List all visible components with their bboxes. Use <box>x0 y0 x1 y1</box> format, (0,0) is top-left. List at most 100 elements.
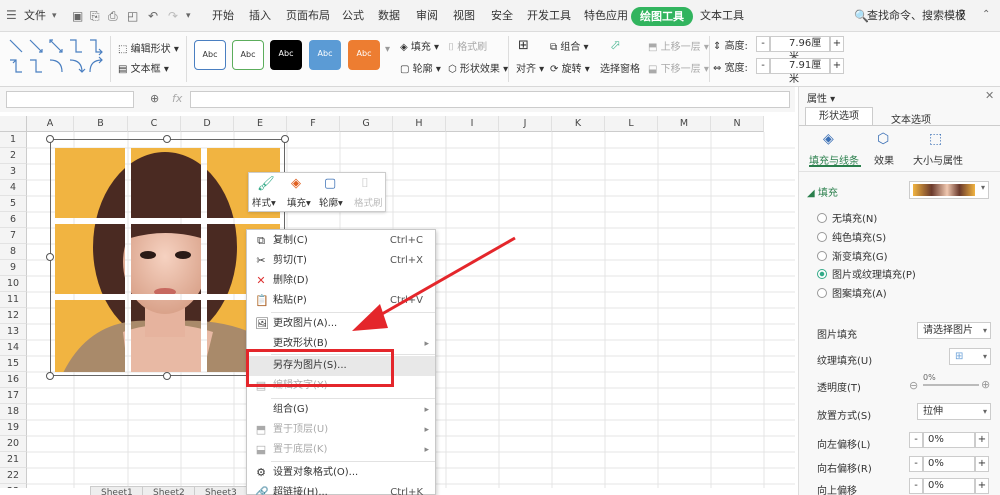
offset-right-input[interactable]: 0% <box>923 456 975 472</box>
row-header-15[interactable]: 15 <box>0 356 27 372</box>
resize-handle-tl[interactable] <box>46 135 54 143</box>
resize-handle-b[interactable] <box>163 372 171 380</box>
offset-left-decrease[interactable]: - <box>909 432 923 448</box>
row-header-12[interactable]: 12 <box>0 308 27 324</box>
transparency-slider[interactable] <box>923 384 979 386</box>
tab-text-tools[interactable]: 文本工具 <box>700 0 744 32</box>
tab-security[interactable]: 安全 <box>491 0 513 32</box>
row-header-14[interactable]: 14 <box>0 340 27 356</box>
radio-picture-texture-fill[interactable]: 图片或纹理填充(P) <box>817 266 916 281</box>
tab-shape-options[interactable]: 形状选项 <box>805 107 873 125</box>
row-header-23[interactable]: 23 <box>0 484 27 488</box>
row-header-19[interactable]: 19 <box>0 420 27 436</box>
offset-right-increase[interactable]: + <box>975 456 989 472</box>
save-icon[interactable]: ▣ <box>72 9 83 23</box>
file-menu[interactable]: 文件 <box>24 0 46 32</box>
sheet-tab-3[interactable]: Sheet3 <box>194 486 248 495</box>
row-header-16[interactable]: 16 <box>0 372 27 388</box>
tab-special-apps[interactable]: 特色应用 <box>584 0 628 32</box>
stretch-mode-select[interactable]: 拉伸 ▾ <box>917 403 991 420</box>
column-header-N[interactable]: N <box>711 116 764 132</box>
name-box[interactable] <box>6 91 134 108</box>
row-header-22[interactable]: 22 <box>0 468 27 484</box>
tab-data[interactable]: 数据 <box>378 0 400 32</box>
sheet-tab-1[interactable]: Sheet1 <box>90 486 144 495</box>
menu-hyperlink[interactable]: 🔗 超链接(H)... Ctrl+K <box>247 483 435 495</box>
fill-button[interactable]: ◈ 填充 ▾ <box>400 38 439 53</box>
zoom-icon[interactable]: ⊕ <box>150 92 159 105</box>
group-button[interactable]: ⧉ 组合 ▾ <box>550 38 589 53</box>
rotate-button[interactable]: ⟳ 旋转 ▾ <box>550 60 590 75</box>
redo-icon[interactable]: ↷ <box>168 9 178 23</box>
width-increase-button[interactable]: + <box>830 58 844 74</box>
format-brush-button[interactable]: 格式刷 <box>354 195 383 209</box>
shape-style-3[interactable]: Abc <box>270 40 302 70</box>
tab-page-layout[interactable]: 页面布局 <box>286 0 330 32</box>
height-input[interactable]: 7.96厘米 <box>770 36 830 63</box>
search-commands[interactable]: 查找命令、搜索模板 <box>867 0 966 32</box>
resize-handle-bl[interactable] <box>46 372 54 380</box>
menu-format-object[interactable]: ⚙ 设置对象格式(O)... <box>247 463 435 483</box>
formula-input[interactable] <box>190 91 790 108</box>
style-button[interactable]: 样式▾ <box>252 195 276 209</box>
hamburger-icon[interactable]: ☰ <box>6 8 17 22</box>
chevron-down-icon[interactable]: ▾ <box>186 11 191 21</box>
outline-button[interactable]: 轮廓▾ <box>319 195 343 209</box>
fill-preview-dropdown[interactable]: ▾ <box>909 181 989 199</box>
shape-style-5[interactable]: Abc <box>348 40 380 70</box>
tab-review[interactable]: 审阅 <box>416 0 438 32</box>
row-header-7[interactable]: 7 <box>0 228 27 244</box>
column-header-C[interactable]: C <box>128 116 181 132</box>
menu-send-to-back[interactable]: ⬓ 置于底层(K) ▸ <box>247 440 435 460</box>
width-input[interactable]: 7.91厘米 <box>770 58 830 85</box>
tab-formulas[interactable]: 公式 <box>342 0 364 32</box>
collapse-ribbon-icon[interactable]: ⌃ <box>982 9 990 20</box>
radio-gradient-fill[interactable]: 渐变填充(G) <box>817 248 888 263</box>
offset-up-increase[interactable]: + <box>975 478 989 494</box>
column-header-D[interactable]: D <box>181 116 234 132</box>
row-header-17[interactable]: 17 <box>0 388 27 404</box>
radio-pattern-fill[interactable]: 图案填充(A) <box>817 285 887 300</box>
picture-fill-select[interactable]: 请选择图片 ▾ <box>917 322 991 339</box>
column-header-H[interactable]: H <box>393 116 446 132</box>
menu-group[interactable]: 组合(G) ▸ <box>247 400 435 420</box>
shape-style-1[interactable]: Abc <box>194 40 226 70</box>
fill-button[interactable]: 填充▾ <box>287 195 311 209</box>
menu-bring-to-front[interactable]: ⬒ 置于顶层(U) ▸ <box>247 420 435 440</box>
tab-developer[interactable]: 开发工具 <box>527 0 571 32</box>
edit-shape-button[interactable]: ⬚ 编辑形状 ▾ <box>118 40 179 55</box>
shape-style-2[interactable]: Abc <box>232 40 264 70</box>
chevron-down-icon[interactable]: ▾ <box>52 11 57 21</box>
row-header-11[interactable]: 11 <box>0 292 27 308</box>
row-header-9[interactable]: 9 <box>0 260 27 276</box>
fill-icon[interactable]: ◈ <box>291 176 301 191</box>
row-header-1[interactable]: 1 <box>0 132 27 148</box>
align-button[interactable]: 对齐 ▾ <box>516 60 544 75</box>
fx-label[interactable]: fx <box>172 92 182 105</box>
bring-forward-button[interactable]: ⬒ 上移一层 ▾ <box>648 38 709 53</box>
print-icon[interactable]: ⎙ <box>108 9 118 24</box>
select-pane-button[interactable]: 选择窗格 <box>600 60 640 75</box>
row-header-21[interactable]: 21 <box>0 452 27 468</box>
transparency-increase-icon[interactable]: ⊕ <box>981 378 990 391</box>
offset-up-decrease[interactable]: - <box>909 478 923 494</box>
column-header-M[interactable]: M <box>658 116 711 132</box>
sheet-tab-2[interactable]: Sheet2 <box>142 486 196 495</box>
row-header-5[interactable]: 5 <box>0 196 27 212</box>
resize-handle-l[interactable] <box>46 253 54 261</box>
row-header-18[interactable]: 18 <box>0 404 27 420</box>
subtab-size-properties[interactable]: 大小与属性 <box>913 152 963 167</box>
column-header-B[interactable]: B <box>74 116 128 132</box>
export-icon[interactable]: ⎘ <box>90 9 100 24</box>
help-button[interactable]: ? <box>958 0 965 32</box>
tab-insert[interactable]: 插入 <box>249 0 271 32</box>
shape-effect-button[interactable]: ⬡ 形状效果 ▾ <box>448 60 508 75</box>
row-header-3[interactable]: 3 <box>0 164 27 180</box>
column-header-A[interactable]: A <box>27 116 74 132</box>
shape-gallery[interactable] <box>6 36 106 78</box>
format-brush-icon[interactable]: ⌷ <box>361 176 369 191</box>
offset-right-decrease[interactable]: - <box>909 456 923 472</box>
tab-home[interactable]: 开始 <box>212 0 234 32</box>
row-header-2[interactable]: 2 <box>0 148 27 164</box>
tab-view[interactable]: 视图 <box>453 0 475 32</box>
